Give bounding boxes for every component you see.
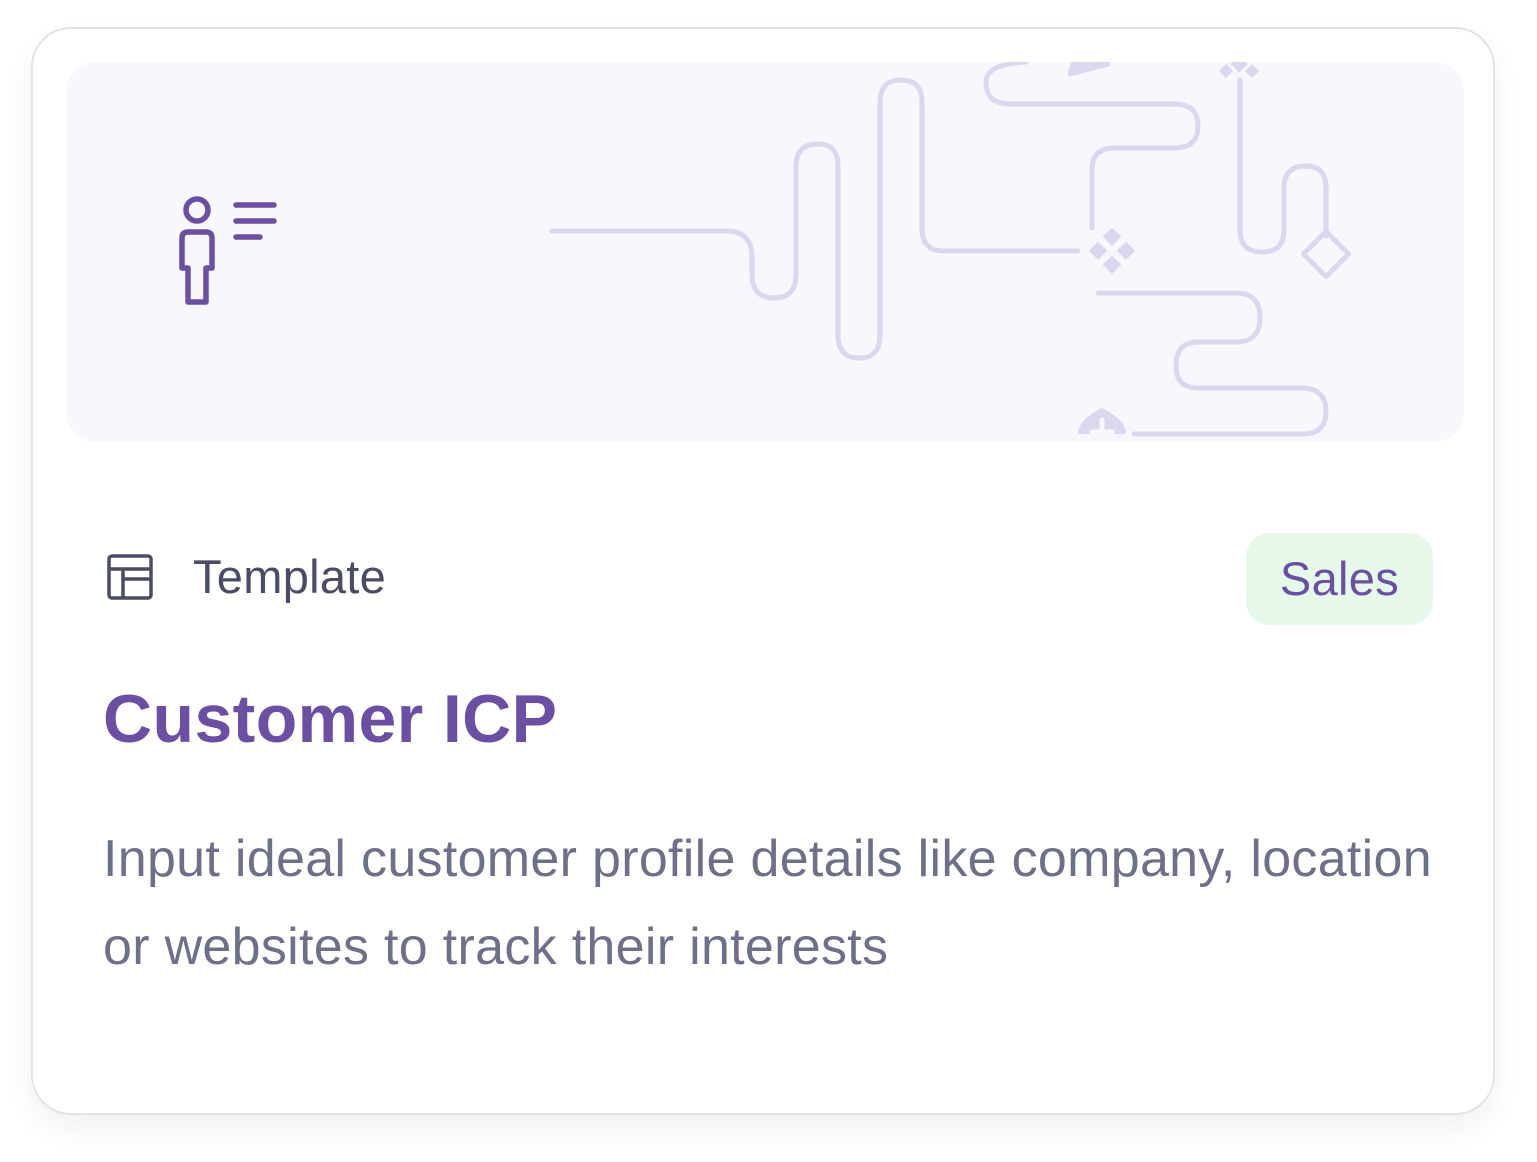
card-meta-row: Template Sales [103, 529, 1433, 625]
template-card[interactable]: Template Sales Customer ICP Input ideal … [31, 27, 1495, 1115]
card-title: Customer ICP [103, 681, 558, 757]
layout-template-icon [107, 554, 153, 600]
category-tag: Sales [1245, 533, 1433, 625]
card-description: Input ideal customer profile details lik… [103, 830, 1432, 976]
template-type-label: Template [193, 550, 387, 603]
card-banner [66, 62, 1464, 442]
person-profile-list-icon [179, 196, 277, 305]
